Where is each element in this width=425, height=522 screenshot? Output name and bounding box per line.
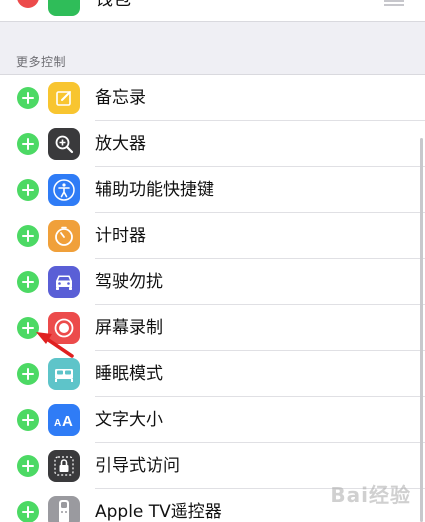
row-label: 钱包 — [95, 0, 131, 11]
add-button[interactable] — [17, 225, 39, 247]
row-label: 屏幕录制 — [95, 318, 163, 338]
text-size-icon: A A — [48, 404, 80, 436]
remove-button[interactable] — [17, 0, 39, 8]
timer-icon — [48, 220, 80, 252]
list-item-notes: 备忘录 — [0, 75, 425, 121]
add-button[interactable] — [17, 133, 39, 155]
add-button[interactable] — [17, 271, 39, 293]
add-button[interactable] — [17, 363, 39, 385]
add-button[interactable] — [17, 317, 39, 339]
car-icon — [48, 266, 80, 298]
wallet-icon — [48, 0, 80, 16]
remote-icon — [48, 496, 80, 522]
scrollbar[interactable] — [420, 138, 423, 522]
list-item-magnifier: 放大器 — [0, 121, 425, 167]
row-label: Apple TV遥控器 — [95, 502, 222, 522]
row-label: 备忘录 — [95, 88, 146, 108]
list-item-accessibility: 辅助功能快捷键 — [0, 167, 425, 213]
svg-text:A: A — [62, 413, 73, 430]
add-button[interactable] — [17, 409, 39, 431]
top-row-wallet: 钱包 — [0, 0, 425, 22]
row-label: 放大器 — [95, 134, 146, 154]
row-label: 睡眠模式 — [95, 364, 163, 384]
more-controls-list: 备忘录 放大器 辅助功能快捷键 计时器 驾驶勿扰 屏幕录制 睡眠模式 A A 文… — [0, 74, 425, 522]
add-button[interactable] — [17, 501, 39, 522]
row-label: 辅助功能快捷键 — [95, 180, 214, 200]
notes-icon — [48, 82, 80, 114]
svg-text:A: A — [54, 418, 61, 429]
add-button[interactable] — [17, 87, 39, 109]
row-label: 文字大小 — [95, 410, 163, 430]
section-header: 更多控制 — [16, 55, 67, 69]
list-item-sleep: 睡眠模式 — [0, 351, 425, 397]
bed-icon — [48, 358, 80, 390]
lock-icon — [48, 450, 80, 482]
add-button[interactable] — [17, 179, 39, 201]
watermark: Bai经验 — [330, 483, 411, 507]
list-item-timer: 计时器 — [0, 213, 425, 259]
row-label: 计时器 — [95, 226, 146, 246]
add-button[interactable] — [17, 455, 39, 477]
row-label: 引导式访问 — [95, 456, 180, 476]
row-label: 驾驶勿扰 — [95, 272, 163, 292]
list-item-screen-recording: 屏幕录制 — [0, 305, 425, 351]
accessibility-icon — [48, 174, 80, 206]
reorder-grip-icon[interactable] — [384, 0, 404, 6]
list-item-driving: 驾驶勿扰 — [0, 259, 425, 305]
record-icon — [48, 312, 80, 344]
list-item-text-size: A A 文字大小 — [0, 397, 425, 443]
magnifier-icon — [48, 128, 80, 160]
